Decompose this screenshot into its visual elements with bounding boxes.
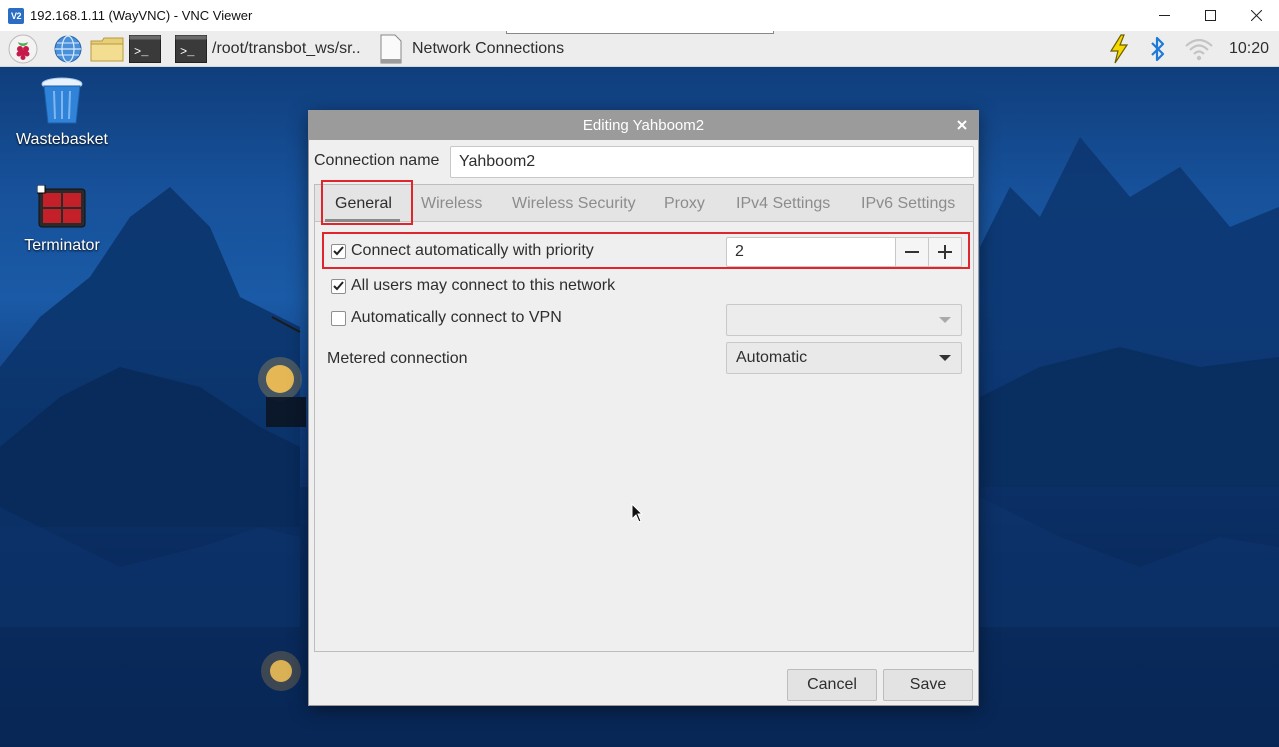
close-icon (1250, 10, 1262, 21)
minimize-icon (1158, 15, 1170, 16)
tab-ipv4-settings[interactable]: IPv4 Settings (736, 185, 830, 222)
close-window-button[interactable] (1233, 0, 1279, 31)
tab-wireless[interactable]: Wireless (421, 185, 482, 222)
file-manager-icon (90, 37, 124, 62)
auto-connect-checkbox[interactable] (331, 243, 346, 259)
metered-select[interactable]: Automatic (726, 342, 962, 374)
minimize-button[interactable] (1141, 0, 1187, 31)
dialog-titlebar[interactable]: Editing Yahboom2 (309, 111, 978, 140)
power-warning-indicator[interactable] (1108, 31, 1130, 67)
trash-icon (41, 77, 83, 124)
active-tab-indicator (325, 219, 400, 222)
close-icon (957, 120, 967, 130)
metered-select-value: Automatic (736, 349, 808, 366)
priority-input[interactable] (727, 238, 895, 266)
auto-connect-label: Connect automatically with priority (351, 242, 594, 259)
all-users-checkbox[interactable] (331, 278, 346, 294)
edit-connection-dialog: Editing Yahboom2 Connection name General… (308, 110, 979, 706)
chevron-down-icon (939, 317, 951, 323)
tab-general[interactable]: General (335, 185, 392, 222)
terminal-task-button[interactable]: >_ /root/transbot_ws/sr.. (175, 31, 361, 67)
desktop-icon-label: Wastebasket (16, 131, 108, 148)
mouse-cursor-icon (631, 503, 643, 523)
all-users-row: All users may connect to this network (331, 277, 615, 295)
auto-vpn-label: Automatically connect to VPN (351, 309, 562, 326)
priority-spinbutton (726, 237, 962, 267)
plus-icon (938, 245, 952, 259)
all-users-label: All users may connect to this network (351, 277, 616, 294)
vnc-window-titlebar: V2 192.168.1.11 (WayVNC) - VNC Viewer (0, 0, 1279, 31)
desktop-icon-wastebasket[interactable]: Wastebasket (7, 75, 117, 149)
raspberry-menu-icon (8, 34, 38, 64)
maximize-button[interactable] (1187, 0, 1233, 31)
cancel-button[interactable]: Cancel (787, 669, 877, 701)
desktop-icon-label: Terminator (24, 237, 100, 254)
web-browser-icon (54, 35, 82, 63)
tab-proxy[interactable]: Proxy (664, 185, 705, 222)
tab-bar: General Wireless Wireless Security Proxy… (315, 185, 973, 222)
auto-vpn-row: Automatically connect to VPN (331, 309, 562, 327)
desktop-icon-terminator[interactable]: Terminator (7, 185, 117, 255)
connection-name-label: Connection name (314, 152, 440, 169)
svg-text:>_: >_ (180, 45, 195, 59)
web-browser-button[interactable] (53, 31, 83, 67)
chevron-down-icon (939, 355, 951, 361)
document-icon (380, 34, 402, 64)
priority-decrement-button[interactable] (895, 238, 928, 266)
power-warning-icon (1109, 34, 1129, 64)
raspberry-menu-button[interactable] (8, 31, 38, 67)
auto-connect-row: Connect automatically with priority (331, 242, 594, 260)
wifi-icon (1185, 38, 1213, 61)
network-connections-task-button[interactable]: Network Connections (380, 31, 564, 67)
metered-label: Metered connection (327, 350, 468, 367)
terminator-icon (37, 185, 86, 228)
checkmark-icon (333, 281, 344, 291)
maximize-icon (1204, 10, 1216, 21)
tab-wireless-security[interactable]: Wireless Security (512, 185, 636, 222)
settings-notebook: General Wireless Wireless Security Proxy… (314, 184, 974, 652)
tab-ipv6-settings[interactable]: IPv6 Settings (861, 185, 955, 222)
dialog-close-button[interactable] (952, 115, 972, 135)
tooltip-remnant (506, 31, 774, 34)
window-title: 192.168.1.11 (WayVNC) - VNC Viewer (30, 8, 253, 23)
network-connections-task-label: Network Connections (412, 40, 565, 57)
terminal-icon: >_ (175, 35, 207, 63)
bluetooth-icon (1151, 36, 1165, 62)
vnc-logo-icon: V2 (8, 7, 24, 24)
auto-vpn-checkbox[interactable] (331, 310, 346, 326)
wifi-indicator[interactable] (1184, 31, 1214, 67)
taskbar: >_ >_ /root/transbot_ws/sr.. Network Con… (0, 31, 1279, 67)
terminal-launcher-button[interactable]: >_ (129, 31, 161, 67)
vpn-select[interactable] (726, 304, 962, 336)
metered-row: Metered connection (327, 350, 468, 368)
file-manager-button[interactable] (90, 31, 124, 67)
checkmark-icon (333, 246, 344, 256)
terminal-icon: >_ (129, 35, 161, 63)
terminal-task-label: /root/transbot_ws/sr.. (212, 40, 361, 57)
connection-name-input[interactable] (450, 146, 974, 178)
dialog-title: Editing Yahboom2 (582, 117, 705, 134)
save-button[interactable]: Save (883, 669, 973, 701)
priority-increment-button[interactable] (928, 238, 961, 266)
svg-text:>_: >_ (134, 45, 149, 59)
clock[interactable]: 10:20 (1229, 31, 1269, 67)
minus-icon (905, 251, 919, 253)
bluetooth-indicator[interactable] (1148, 31, 1168, 67)
